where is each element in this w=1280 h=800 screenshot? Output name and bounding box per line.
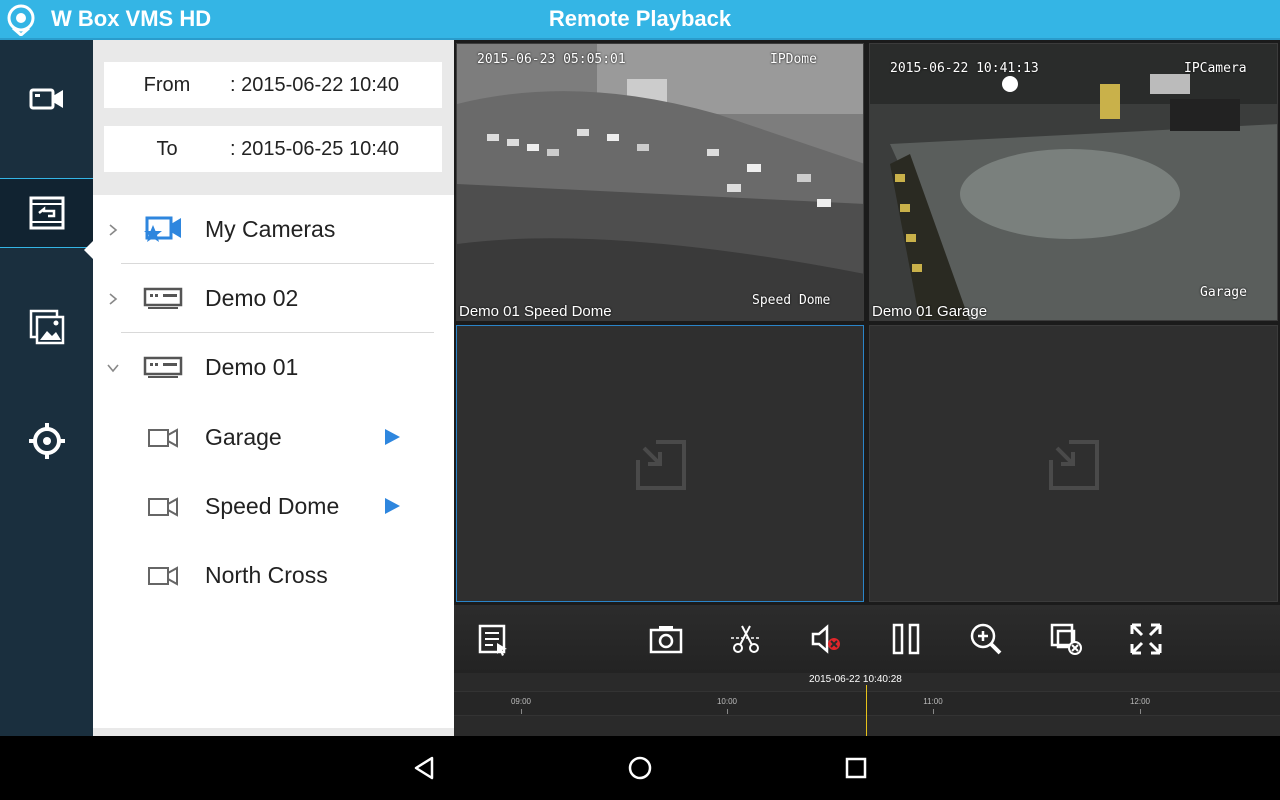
timeline-tick: 09:00 <box>510 697 532 706</box>
video-cell-empty-3[interactable] <box>456 325 864 602</box>
system-nav-bar <box>0 736 1280 800</box>
play-icon[interactable] <box>385 498 400 514</box>
video-cell-speed-dome[interactable]: 2015-06-23 05:05:01 IPDome Speed Dome De… <box>456 43 864 321</box>
tree-label-demo01: Demo 01 <box>205 354 299 380</box>
tree-item-camera-garage[interactable]: Garage <box>93 403 454 472</box>
timeline-current-time: 2015-06-22 10:40:28 <box>809 674 902 685</box>
date-range: From : 2015-06-22 10:40 To : 2015-06-25 … <box>93 40 454 195</box>
back-icon[interactable] <box>410 754 438 782</box>
fullscreen-button[interactable] <box>1128 621 1164 657</box>
playback-timeline[interactable]: 09:00 10:00 11:00 12:00 2015-06-22 10:40… <box>454 673 1280 736</box>
osd-bottom-label: Garage <box>1200 285 1247 300</box>
app-title: W Box VMS HD <box>51 6 212 31</box>
tick-mark <box>1140 709 1141 714</box>
zoom-button[interactable] <box>968 621 1004 657</box>
playback-toolbar <box>454 605 1280 673</box>
main-nav-rail <box>0 40 94 736</box>
tree-item-my-cameras[interactable]: My Cameras <box>93 195 454 264</box>
favorite-camera-icon <box>144 216 181 242</box>
snapshot-camera-icon <box>649 626 683 654</box>
playback-icon <box>29 196 64 230</box>
add-channel-icon <box>1047 438 1099 490</box>
rail-item-gallery[interactable] <box>0 292 93 362</box>
osd-bottom-label: Speed Dome <box>752 293 831 308</box>
camera-icon <box>148 428 178 448</box>
settings-gear-icon <box>28 423 65 459</box>
chevron-right-icon <box>109 224 118 236</box>
pause-icon <box>892 623 920 655</box>
from-date-field[interactable]: From : 2015-06-22 10:40 <box>104 62 442 108</box>
camera-icon <box>148 566 178 586</box>
timeline-tick: 10:00 <box>716 697 738 706</box>
record-list-icon <box>478 624 507 656</box>
cell-label: Demo 01 Garage <box>872 303 988 320</box>
video-cell-garage[interactable]: 2015-06-22 10:41:13 IPCamera Garage Demo… <box>869 43 1278 321</box>
timeline-track[interactable] <box>454 691 1280 716</box>
osd-timestamp: 2015-06-22 10:41:13 <box>890 61 1039 76</box>
to-value: : 2015-06-25 10:40 <box>230 137 400 160</box>
timeline-cursor[interactable] <box>866 685 867 736</box>
camera-panel: From : 2015-06-22 10:40 To : 2015-06-25 … <box>93 40 454 736</box>
osd-camera-name: IPDome <box>770 52 817 67</box>
timeline-tick: 12:00 <box>1129 697 1151 706</box>
osd-timestamp: 2015-06-23 05:05:01 <box>477 52 626 67</box>
tick-mark <box>521 709 522 714</box>
tree-label-north-cross: North Cross <box>205 562 328 588</box>
timeline-tick: 11:00 <box>923 697 943 706</box>
close-channel-button[interactable] <box>1049 621 1085 657</box>
fullscreen-icon <box>1130 623 1162 655</box>
gallery-icon <box>29 309 64 345</box>
tree-item-camera-speed-dome[interactable]: Speed Dome <box>93 472 454 541</box>
mute-icon <box>811 624 840 654</box>
from-label: From <box>143 73 191 96</box>
nvr-device-icon <box>143 356 183 378</box>
tree-item-demo02[interactable]: Demo 02 <box>93 264 454 333</box>
close-window-icon <box>1050 623 1082 655</box>
tree-label-garage: Garage <box>205 424 282 450</box>
pause-button[interactable] <box>888 621 924 657</box>
clip-button[interactable] <box>728 621 764 657</box>
cell-label: Demo 01 Speed Dome <box>459 303 612 320</box>
tree-label-speed-dome: Speed Dome <box>205 493 340 519</box>
chevron-right-icon <box>109 293 118 305</box>
recents-icon[interactable] <box>842 754 870 782</box>
app-logo-icon <box>7 4 35 36</box>
panel-footer <box>93 728 454 736</box>
home-icon[interactable] <box>626 754 654 782</box>
rail-item-playback[interactable] <box>0 178 93 248</box>
video-frame-parking-lot <box>457 44 863 320</box>
tree-item-camera-north-cross[interactable]: North Cross <box>93 541 454 610</box>
title-bar: W Box VMS HD Remote Playback <box>0 0 1280 40</box>
tick-mark <box>727 709 728 714</box>
video-frame-garage <box>870 44 1277 320</box>
rail-item-live-view[interactable] <box>0 64 93 134</box>
to-label: To <box>156 137 178 160</box>
video-cell-empty-4[interactable] <box>869 325 1278 602</box>
camera-icon <box>148 497 178 517</box>
scissors-clip-icon <box>731 625 761 653</box>
record-list-button[interactable] <box>475 621 511 657</box>
video-camera-icon <box>29 88 63 110</box>
tick-mark <box>933 709 934 714</box>
video-grid: 2015-06-23 05:05:01 IPDome Speed Dome De… <box>454 40 1280 605</box>
to-date-field[interactable]: To : 2015-06-25 10:40 <box>104 126 442 172</box>
play-icon[interactable] <box>385 429 400 445</box>
nvr-device-icon <box>143 287 183 309</box>
tree-label-demo02: Demo 02 <box>205 285 299 311</box>
zoom-in-icon <box>970 623 1002 655</box>
audio-button[interactable] <box>808 621 844 657</box>
add-channel-icon <box>634 438 686 490</box>
tree-item-demo01[interactable]: Demo 01 <box>93 333 454 402</box>
from-value: : 2015-06-22 10:40 <box>230 73 400 96</box>
chevron-down-icon <box>107 364 119 373</box>
rail-item-settings[interactable] <box>0 406 93 476</box>
snapshot-button[interactable] <box>648 621 684 657</box>
tree-label-my-cameras: My Cameras <box>205 216 336 242</box>
osd-camera-name: IPCamera <box>1184 61 1247 76</box>
